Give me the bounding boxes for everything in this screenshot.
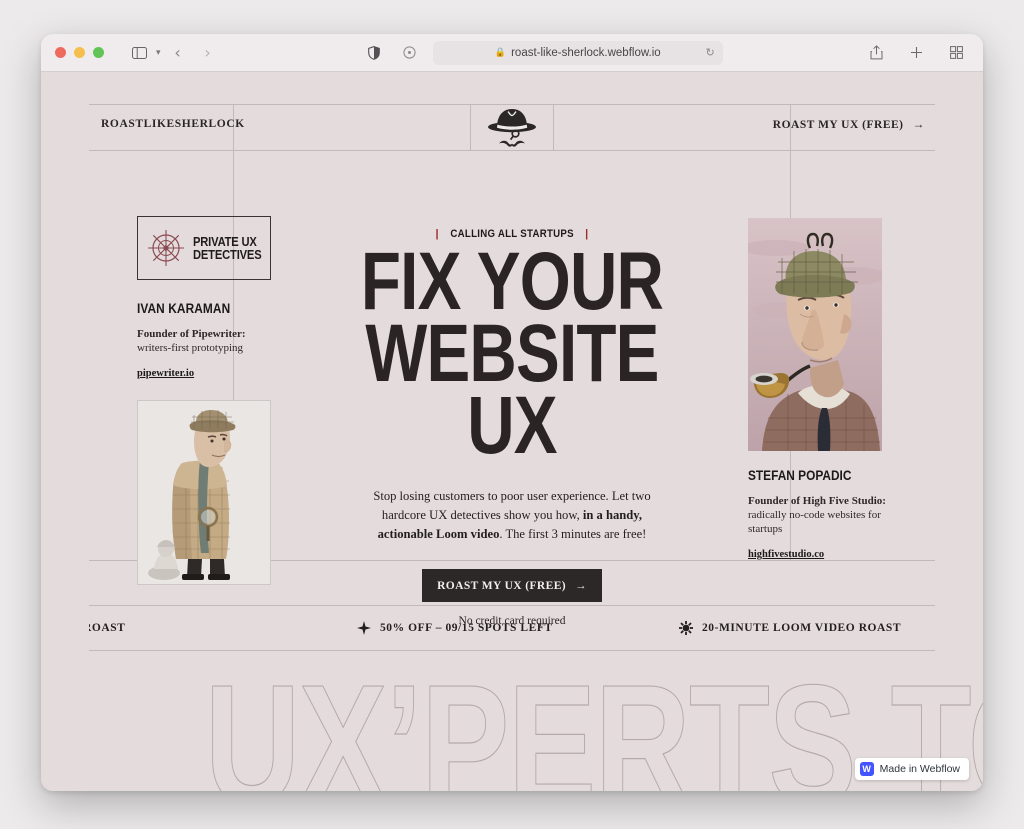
left-person-name: IVAN KARAMAN (137, 301, 231, 316)
ticker-item-2: 50% OFF – 09/15 SPOTS LEFT (357, 620, 553, 635)
left-person-role: Founder of Pipewriter: writers-first pro… (137, 327, 277, 355)
hero-section: | CALLING ALL STARTUPS | FIX YOUR WEBSITE … (281, 197, 743, 627)
lede-part-2: . The first 3 minutes are free! (499, 526, 647, 541)
hero-cta-button[interactable]: ROAST MY UX (FREE) → (422, 569, 602, 603)
site-navbar: ROASTLIKESHERLOCK ROAST MY UX (FREE) → (89, 104, 935, 150)
badge-line-2: DETECTIVES (193, 247, 262, 262)
close-window-button[interactable] (55, 47, 66, 58)
feature-ticker: DEO ROAST 50% OFF – 09/15 SPOTS LEFT (89, 605, 935, 650)
detective-hat-logo[interactable] (484, 102, 540, 150)
compass-crosshair-icon (146, 228, 186, 268)
tab-overview-icon[interactable] (943, 41, 969, 65)
sun-burst-icon (679, 620, 693, 635)
lock-icon: 🔒 (494, 47, 507, 57)
compass-star-icon (357, 620, 371, 635)
browser-window: ▾ ‹ › 🔒 roast-like-sherlock.webflow.io ↻ (41, 34, 983, 791)
forward-arrow-icon[interactable]: › (195, 41, 221, 65)
arrow-right-icon: → (575, 579, 587, 592)
left-person-link[interactable]: pipewriter.io (137, 368, 194, 379)
back-arrow-icon[interactable]: ‹ (165, 41, 191, 65)
webflow-badge-label: Made in Webflow (879, 763, 960, 775)
headline-line-2: WEBSITE UX (365, 308, 659, 472)
address-bar[interactable]: 🔒 roast-like-sherlock.webflow.io ↻ (432, 40, 723, 65)
made-in-webflow-badge[interactable]: W Made in Webflow (854, 758, 969, 780)
right-person-role: Founder of High Five Studio: radically n… (748, 494, 893, 536)
sherlock-full-body-illustration (137, 400, 271, 586)
ticker-item-3: 20-MINUTE LOOM VIDEO ROAST (679, 620, 902, 635)
url-text: roast-like-sherlock.webflow.io (511, 46, 661, 59)
nav-cta-label: ROAST MY UX (FREE) (772, 118, 904, 131)
right-role-rest: radically no-code websites for startups (748, 509, 881, 536)
badge-line-1: PRIVATE UX (193, 233, 257, 249)
share-icon[interactable] (863, 41, 889, 65)
ticker-item-1: DEO ROAST (89, 622, 125, 634)
sherlock-portrait-pipe-illustration (748, 218, 882, 451)
window-controls[interactable] (55, 47, 104, 58)
nav-cta-link[interactable]: ROAST MY UX (FREE) → (773, 117, 925, 132)
reload-icon[interactable]: ↻ (706, 46, 715, 59)
private-ux-detectives-badge: PRIVATE UX DETECTIVES (137, 216, 271, 280)
ticker-item-1-label: DEO ROAST (89, 621, 126, 634)
new-tab-icon[interactable] (903, 41, 929, 65)
outline-marquee-text: UX’PERTS TO THE (41, 659, 983, 791)
right-person-link[interactable]: highfivestudio.co (748, 549, 824, 560)
privacy-shield-icon[interactable] (361, 41, 387, 65)
right-sidebar: STEFAN POPADIC Founder of High Five Stud… (743, 197, 935, 562)
minimize-window-button[interactable] (74, 47, 85, 58)
webflow-logo-icon: W (859, 762, 874, 776)
hero-cta-label: ROAST MY UX (FREE) (437, 579, 566, 592)
ticker-item-3-label: 20-MINUTE LOOM VIDEO ROAST (702, 621, 902, 634)
page-title: FIX YOUR WEBSITE UX (281, 240, 743, 472)
left-role-rest: writers-first prototyping (137, 342, 244, 355)
arrow-right-icon: → (912, 117, 925, 131)
badge-text: PRIVATE UX DETECTIVES (193, 233, 262, 262)
left-role-bold: Founder of Pipewriter: (137, 328, 246, 340)
maximize-window-button[interactable] (93, 47, 104, 58)
rule-under-nav (89, 150, 935, 151)
brand-logo-text[interactable]: ROASTLIKESHERLOCK (101, 118, 245, 130)
right-role-bold: Founder of High Five Studio: (748, 495, 886, 507)
ticker-item-2-label: 50% OFF – 09/15 SPOTS LEFT (380, 621, 553, 634)
browser-toolbar: ▾ ‹ › 🔒 roast-like-sherlock.webflow.io ↻ (41, 34, 983, 72)
chevron-down-icon[interactable]: ▾ (156, 47, 161, 58)
extension-icon[interactable] (397, 41, 423, 65)
right-person-name: STEFAN POPADIC (748, 468, 852, 483)
hero-description: Stop losing customers to poor user exper… (360, 487, 665, 543)
left-sidebar: PRIVATE UX DETECTIVES IVAN KARAMAN Found… (89, 197, 281, 586)
sidebar-toggle-icon[interactable] (126, 41, 152, 65)
webpage-viewport: ROASTLIKESHERLOCK ROAST MY UX (FREE) → P… (41, 72, 983, 791)
